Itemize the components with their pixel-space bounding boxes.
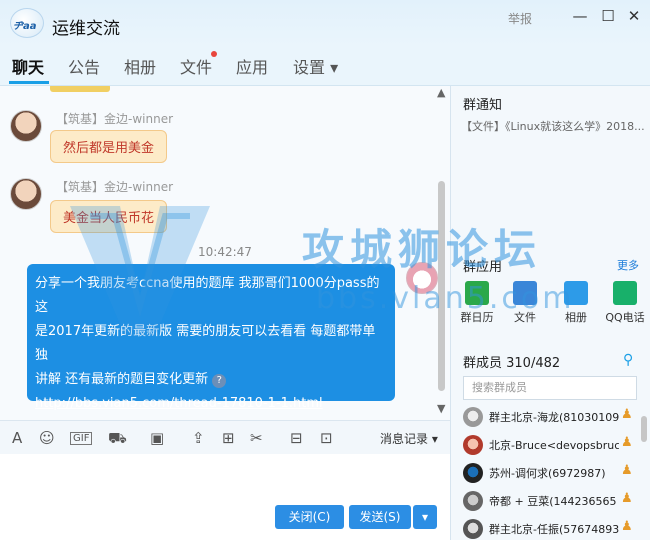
input-toolbar: A ☺ GIF ⛟ ▣ ⇪ ⊞ ✂ ⊟ ⊡ 消息记录 ▾ [0, 420, 450, 454]
title-bar: ヂaa 运维交流 举报 — ☐ ✕ [0, 0, 650, 46]
logo-text: ヂaa [13, 21, 37, 32]
tab-bar: 聊天 公告 相册 文件 应用 设置 ▾ [0, 46, 650, 86]
owner-icon: ♟ [621, 407, 633, 422]
emoji-icon[interactable]: ☺ [39, 429, 55, 447]
message-sender[interactable]: 【筑基】金边-winner [56, 110, 173, 127]
group-sidebar: 群通知 【文件】《Linux就该这么学》2018... 群应用 更多 群日历 文… [450, 86, 650, 540]
member-name: 群主北京-任振(57674893 [489, 523, 619, 536]
avatar [463, 435, 483, 455]
member-search-input[interactable]: 搜索群成员 [463, 376, 637, 400]
chat-area[interactable]: 【筑基】金边-winner 然后都是用美金 【筑基】金边-winner 美金当人… [0, 86, 450, 420]
gif-icon[interactable]: GIF [70, 432, 93, 445]
apps-title: 群应用 [463, 260, 503, 275]
avatar [463, 519, 483, 539]
app-qq-phone[interactable]: QQ电话 [603, 281, 647, 325]
send-button[interactable]: 发送(S) [349, 505, 411, 529]
gift-icon[interactable]: ⊞ [222, 429, 235, 447]
shared-link[interactable]: http://bbs.vian5.com/thread-17810-1-1.ht… [35, 392, 387, 416]
member-name: 帝都 + 豆菜(144236565 [489, 495, 617, 508]
more-apps-link[interactable]: 更多 [617, 257, 639, 273]
album-icon [564, 281, 588, 305]
admin-icon: ♟ [621, 463, 633, 478]
avatar [463, 463, 483, 483]
member-item[interactable]: 北京-Bruce<devopsbruce ♟ [461, 434, 641, 460]
message-bubble: 美金当人民币花 [50, 200, 168, 233]
tab-announcement[interactable]: 公告 [68, 54, 100, 78]
admin-icon: ♟ [621, 435, 633, 450]
files-notification-dot [211, 51, 217, 57]
member-name: 苏州-调何求(6972987) [489, 467, 606, 480]
phone-icon [613, 281, 637, 305]
app-label: 文件 [514, 311, 536, 324]
group-title: 运维交流 [52, 19, 120, 39]
shared-text-line: 是2017年更新的最新版 需要的朋友可以去看看 每题都带单独 [35, 324, 376, 363]
tab-settings[interactable]: 设置 ▾ [293, 54, 338, 78]
app-files[interactable]: 文件 [503, 281, 547, 325]
previous-message-strip [50, 86, 110, 92]
member-item[interactable]: 群主北京-任振(57674893 ♟ [461, 518, 641, 540]
message-record-button[interactable]: 消息记录 ▾ [380, 430, 438, 447]
calendar-icon [465, 281, 489, 305]
avatar[interactable] [406, 262, 438, 294]
app-label: 群日历 [460, 311, 494, 324]
message-bubble: 然后都是用美金 [50, 130, 168, 163]
avatar[interactable] [10, 178, 42, 210]
member-list-scrollbar[interactable] [641, 416, 647, 442]
send-options-dropdown[interactable]: ▾ [413, 505, 437, 529]
close-window-button[interactable]: ✕ [624, 6, 644, 26]
members-title: 群成员 310/482 [463, 356, 561, 371]
tab-apps[interactable]: 应用 [236, 54, 268, 78]
avatar [463, 491, 483, 511]
app-calendar[interactable]: 群日历 [455, 281, 499, 325]
close-button[interactable]: 关闭(C) [275, 505, 344, 529]
red-packet-icon[interactable]: ⊟ [290, 429, 303, 447]
tab-album[interactable]: 相册 [124, 54, 156, 78]
minimize-button[interactable]: — [570, 6, 590, 26]
owner-icon: ♟ [621, 519, 633, 534]
member-item[interactable]: 群主北京-海龙(81030109 ♟ [461, 406, 641, 432]
scroll-down-icon[interactable]: ▼ [437, 402, 445, 415]
font-icon[interactable]: A [12, 429, 22, 447]
message-sender[interactable]: 【筑基】金边-winner [56, 178, 173, 195]
upload-icon[interactable]: ⇪ [192, 429, 205, 447]
member-name: 群主北京-海龙(81030109 [489, 411, 619, 424]
scroll-up-icon[interactable]: ▲ [437, 86, 445, 99]
message-timestamp: 10:42:47 [198, 245, 252, 259]
report-button[interactable]: 举报 [508, 10, 532, 27]
screen-share-icon[interactable]: ⊡ [320, 429, 333, 447]
member-item[interactable]: 苏州-调何求(6972987) ♟ [461, 462, 641, 488]
app-label: QQ电话 [605, 311, 645, 324]
member-item[interactable]: 帝都 + 豆菜(144236565 ♟ [461, 490, 641, 516]
shared-text-line: 分享一个我朋友考ccna使用的题库 我那哥们1000分pass的 这 [35, 276, 380, 315]
group-avatar-icon[interactable]: ヂaa [10, 8, 44, 38]
scissors-icon[interactable]: ✂ [250, 429, 263, 447]
notice-item[interactable]: 【文件】《Linux就该这么学》2018... [461, 118, 645, 134]
search-icon[interactable]: ⚲ [623, 352, 633, 368]
help-icon[interactable]: ? [212, 374, 227, 388]
file-icon [513, 281, 537, 305]
admin-icon: ♟ [621, 491, 633, 506]
tab-files[interactable]: 文件 [180, 54, 212, 78]
app-label: 相册 [565, 311, 587, 324]
active-tab-indicator [9, 81, 49, 84]
app-album[interactable]: 相册 [554, 281, 598, 325]
shared-text-line-3: 讲解 还有最新的题目变化更新 [35, 372, 209, 387]
maximize-button[interactable]: ☐ [598, 6, 618, 26]
shared-text-line: 讲解 还有最新的题目变化更新 ? [35, 368, 387, 392]
avatar[interactable] [10, 110, 42, 142]
shared-message-bubble: 分享一个我朋友考ccna使用的题库 我那哥们1000分pass的 这 是2017… [27, 264, 395, 411]
chat-scrollbar[interactable] [438, 181, 445, 391]
member-name: 北京-Bruce<devopsbruce [489, 439, 619, 452]
image-icon[interactable]: ▣ [150, 429, 164, 447]
notice-title: 群通知 [463, 98, 503, 113]
tab-chat[interactable]: 聊天 [12, 54, 44, 78]
screenshot-icon[interactable]: ⛟ [108, 429, 127, 449]
avatar [463, 407, 483, 427]
